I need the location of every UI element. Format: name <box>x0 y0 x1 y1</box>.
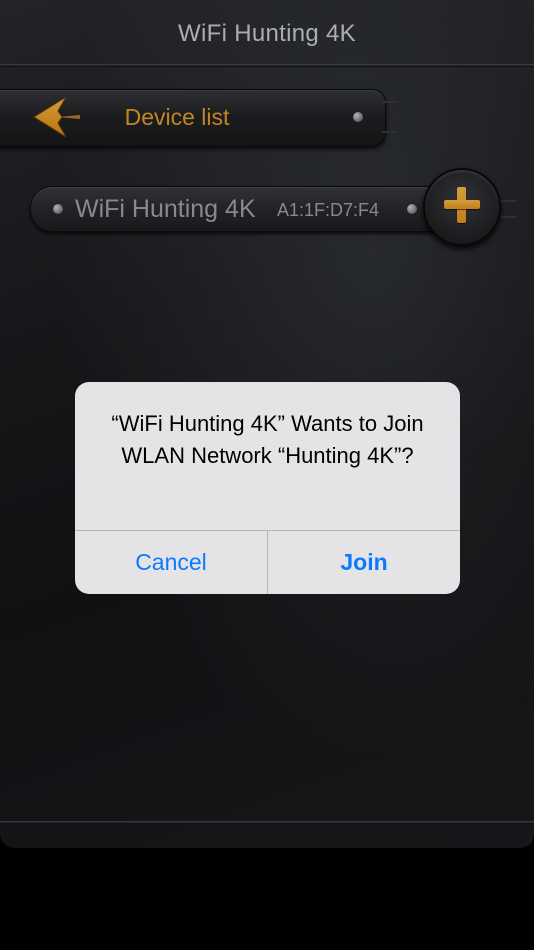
app-screen: WiFi Hunting 4K Device list WiFi Hunting… <box>0 0 534 848</box>
alert-message: “WiFi Hunting 4K” Wants to Join WLAN Net… <box>111 411 424 468</box>
cancel-button[interactable]: Cancel <box>75 531 267 594</box>
join-button[interactable]: Join <box>268 531 460 594</box>
join-network-alert: “WiFi Hunting 4K” Wants to Join WLAN Net… <box>75 382 460 594</box>
